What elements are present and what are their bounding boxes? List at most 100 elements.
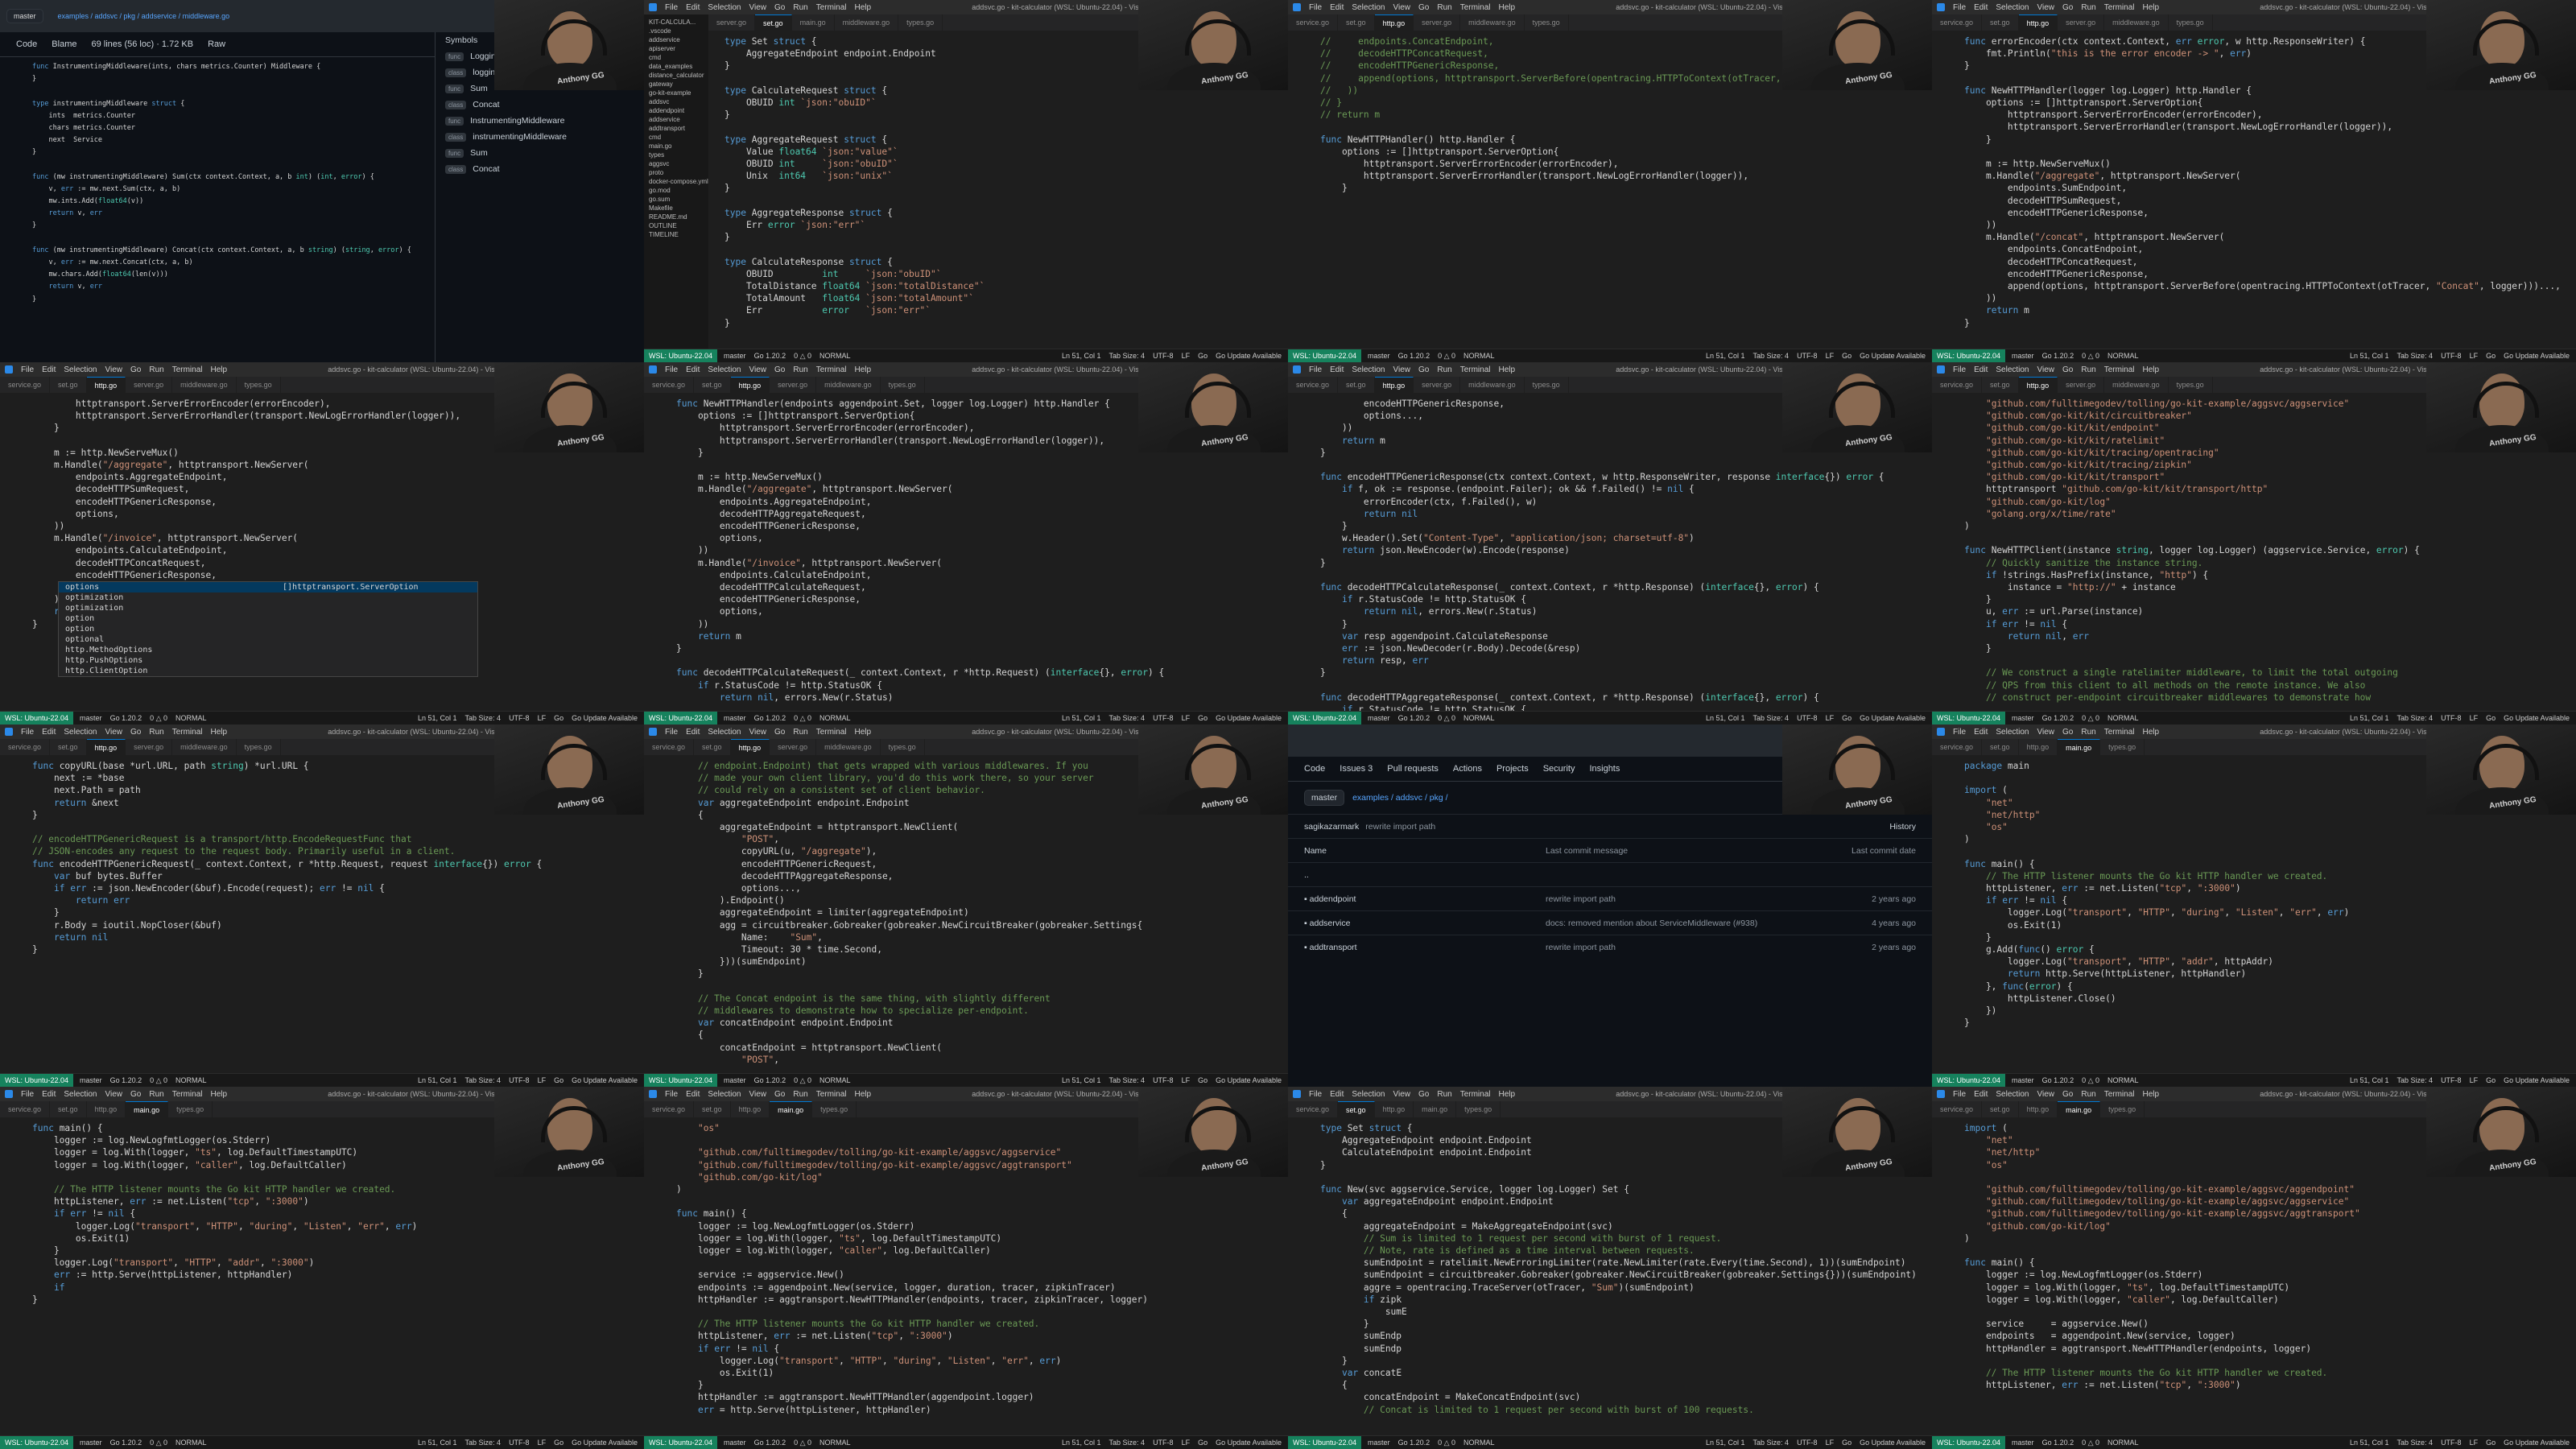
status-item[interactable]: master	[80, 1076, 102, 1085]
explorer-item[interactable]: proto	[644, 168, 708, 177]
suggestion-item[interactable]: optional	[59, 634, 477, 645]
editor-tab[interactable]: middleware.go	[816, 739, 881, 755]
status-item[interactable]: Go	[1842, 1439, 1852, 1447]
editor-tab[interactable]: main.go	[2058, 739, 2101, 755]
menu-item[interactable]: Help	[1499, 3, 1516, 12]
status-item[interactable]: Go Update Available	[1860, 352, 1926, 360]
status-item[interactable]: NORMAL	[175, 714, 207, 723]
explorer-item[interactable]: README.md	[644, 213, 708, 221]
editor-tab[interactable]: http.go	[730, 377, 770, 393]
repo-nav-item[interactable]: Projects	[1496, 764, 1529, 774]
suggestion-item[interactable]: http.PushOptions	[59, 655, 477, 666]
status-item[interactable]: Tab Size: 4	[1109, 352, 1146, 360]
menu-item[interactable]: Run	[149, 728, 163, 737]
menu-item[interactable]: Selection	[64, 1090, 97, 1099]
status-item[interactable]: NORMAL	[1463, 714, 1495, 723]
editor-tab[interactable]: http.go	[86, 739, 126, 755]
editor-tab[interactable]: set.go	[1338, 377, 1375, 393]
menu-item[interactable]: View	[1393, 1090, 1411, 1099]
editor-tab[interactable]: service.go	[0, 739, 51, 755]
status-item[interactable]: Go	[1198, 352, 1208, 360]
status-item[interactable]: Tab Size: 4	[1753, 352, 1790, 360]
status-item[interactable]: NORMAL	[2107, 352, 2139, 361]
menu-item[interactable]: View	[749, 3, 767, 12]
menu-item[interactable]: Selection	[708, 365, 741, 374]
editor-tab[interactable]: middleware.go	[172, 739, 237, 755]
folder-name[interactable]: ▪ addtransport	[1304, 943, 1546, 952]
menu-item[interactable]: View	[2037, 3, 2055, 12]
status-item[interactable]: master	[2012, 714, 2034, 723]
menu-item[interactable]: Edit	[686, 728, 700, 737]
explorer-item[interactable]: addtransport	[644, 124, 708, 133]
status-item[interactable]: master	[80, 1439, 102, 1447]
status-item[interactable]: Go 1.20.2	[1398, 1439, 1430, 1447]
editor-tab[interactable]: http.go	[731, 1101, 770, 1117]
repo-nav-item[interactable]: Issues 3	[1340, 764, 1373, 774]
repo-nav-item[interactable]: Code	[1304, 764, 1325, 774]
editor-tab[interactable]: service.go	[0, 377, 51, 393]
menu-item[interactable]: Selection	[708, 728, 741, 737]
editor-tab[interactable]: types.go	[2100, 1101, 2145, 1117]
symbol-item[interactable]: func Sum	[436, 145, 644, 161]
menu-item[interactable]: Terminal	[172, 365, 203, 374]
branch-selector[interactable]: master	[6, 9, 43, 23]
editor-tab[interactable]: main.go	[126, 1101, 169, 1117]
editor-tab[interactable]: service.go	[1288, 14, 1339, 31]
remote-indicator[interactable]: WSL: Ubuntu-22.04	[1932, 349, 2006, 362]
remote-indicator[interactable]: WSL: Ubuntu-22.04	[1288, 1436, 1362, 1449]
status-item[interactable]: Go Update Available	[572, 1076, 638, 1084]
editor-tab[interactable]: types.go	[881, 377, 925, 393]
editor-tab[interactable]: types.go	[168, 1101, 213, 1117]
explorer-item[interactable]: Makefile	[644, 204, 708, 213]
status-item[interactable]: LF	[1182, 1076, 1191, 1084]
menu-item[interactable]: Run	[1437, 3, 1451, 12]
editor-tab[interactable]: set.go	[1982, 739, 2019, 755]
file-breadcrumb[interactable]: examples / addsvc / pkg / addservice / m…	[58, 12, 230, 20]
status-item[interactable]: Tab Size: 4	[465, 714, 502, 722]
explorer-item[interactable]: types	[644, 151, 708, 159]
status-item[interactable]: Go Update Available	[1860, 1439, 1926, 1447]
status-item[interactable]: Go 1.20.2	[2042, 352, 2074, 361]
editor-tab[interactable]: set.go	[1982, 14, 2019, 31]
remote-indicator[interactable]: WSL: Ubuntu-22.04	[1288, 349, 1362, 362]
editor-tab[interactable]: set.go	[694, 1101, 731, 1117]
status-item[interactable]: 0 △ 0	[2082, 714, 2099, 723]
status-item[interactable]: master	[724, 1439, 746, 1447]
status-item[interactable]: Go 1.20.2	[754, 1076, 786, 1085]
folder-name[interactable]: ▪ addendpoint	[1304, 894, 1546, 904]
status-item[interactable]: master	[80, 714, 102, 723]
status-item[interactable]: master	[1368, 1439, 1390, 1447]
status-item[interactable]: NORMAL	[2107, 714, 2139, 723]
menu-item[interactable]: Help	[855, 365, 872, 374]
explorer-item[interactable]: addendpoint	[644, 106, 708, 115]
editor-tab[interactable]: server.go	[770, 739, 817, 755]
status-item[interactable]: Ln 51, Col 1	[2350, 1439, 2389, 1447]
editor-tab[interactable]: set.go	[50, 739, 87, 755]
editor-tab[interactable]: set.go	[1982, 1101, 2019, 1117]
status-item[interactable]: LF	[1182, 1439, 1191, 1447]
explorer-item[interactable]: addservice	[644, 35, 708, 44]
editor-tab[interactable]: types.go	[2169, 377, 2213, 393]
status-item[interactable]: 0 △ 0	[2082, 1076, 2099, 1085]
menu-item[interactable]: File	[665, 3, 678, 12]
editor-tab[interactable]: service.go	[1932, 14, 1983, 31]
status-item[interactable]: Tab Size: 4	[2397, 352, 2434, 360]
status-item[interactable]: UTF-8	[2441, 352, 2462, 360]
menu-item[interactable]: Go	[2062, 3, 2073, 12]
menu-item[interactable]: Go	[774, 3, 785, 12]
status-item[interactable]: Go 1.20.2	[754, 1439, 786, 1447]
menu-item[interactable]: Selection	[1996, 365, 2029, 374]
menu-item[interactable]: Terminal	[2104, 3, 2135, 12]
editor-tab[interactable]: types.go	[881, 739, 925, 755]
menu-item[interactable]: Edit	[1974, 728, 1988, 737]
status-item[interactable]: 0 △ 0	[2082, 352, 2099, 361]
menu-item[interactable]: Help	[2143, 1090, 2160, 1099]
status-item[interactable]: LF	[1182, 714, 1191, 722]
status-item[interactable]: UTF-8	[1153, 1076, 1174, 1084]
status-item[interactable]: Tab Size: 4	[465, 1439, 502, 1447]
menu-item[interactable]: File	[665, 728, 678, 737]
menu-item[interactable]: Terminal	[816, 728, 847, 737]
menu-item[interactable]: Selection	[64, 728, 97, 737]
status-item[interactable]: NORMAL	[819, 1439, 851, 1447]
status-item[interactable]: Ln 51, Col 1	[1706, 352, 1745, 360]
